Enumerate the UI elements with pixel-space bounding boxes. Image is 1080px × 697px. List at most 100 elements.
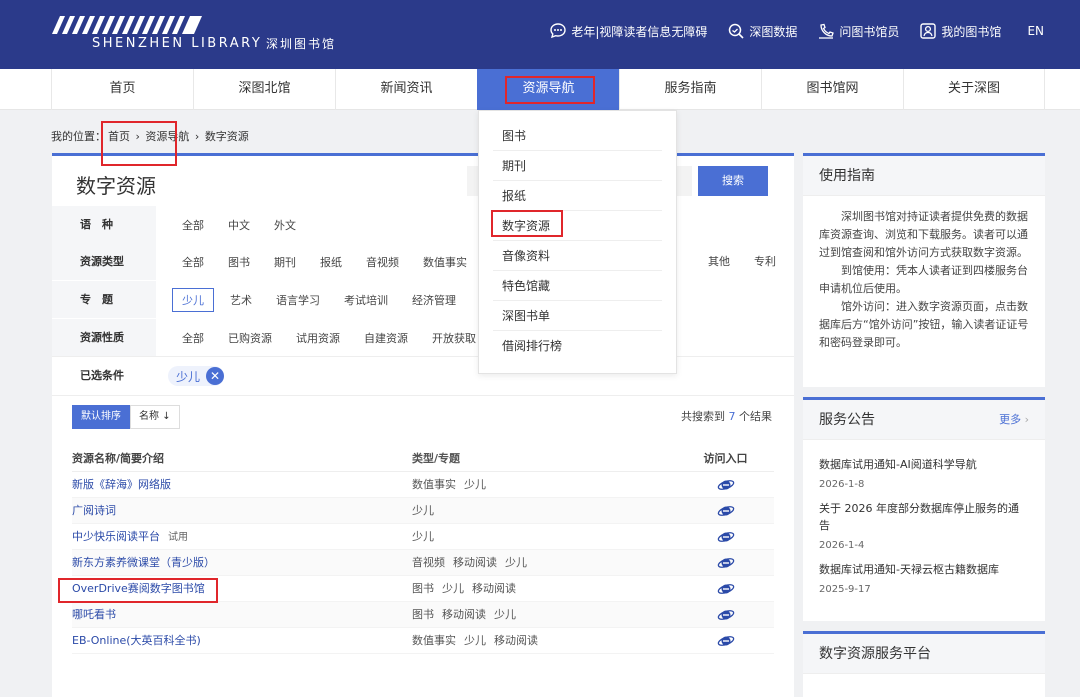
external-access-icon[interactable]: [717, 528, 735, 546]
guide-panel: 使用指南 深圳图书馆对持证读者提供免费的数据库资源查询、浏览和下载服务。读者可以…: [803, 153, 1045, 387]
filter-options: 少儿 艺术 语言学习 考试培训 经济管理: [156, 287, 480, 312]
external-access-icon[interactable]: [717, 580, 735, 598]
filter-option[interactable]: 全部: [182, 330, 204, 346]
resource-name-cell: 中少快乐阅读平台 试用: [72, 524, 412, 549]
filter-option[interactable]: 其他: [708, 255, 730, 268]
filter-option[interactable]: 外文: [274, 217, 296, 233]
sort-name-button[interactable]: 名称 ↓: [130, 405, 180, 429]
library-logo[interactable]: SHENZHEN LIBRARY 深圳图书馆: [52, 16, 352, 56]
resource-name-link[interactable]: 中少快乐阅读平台: [72, 530, 160, 543]
filter-option[interactable]: 已购资源: [228, 330, 272, 346]
nav-service-guide[interactable]: 服务指南: [619, 69, 761, 110]
filter-label: 专 题: [52, 281, 156, 318]
filter-label: 资源类型: [52, 243, 156, 280]
table-header: 资源名称/简要介绍 类型/专题 访问入口: [72, 446, 774, 472]
table-body: 新版《辞海》网络版 数值事实 少儿 广阅诗词 少儿 中少快乐阅读平台 试用 少儿 新东方素养微课…: [72, 472, 774, 654]
resource-name-link[interactable]: 广阅诗词: [72, 504, 116, 517]
language-en-link[interactable]: EN: [1027, 24, 1044, 38]
filter-option[interactable]: 期刊: [274, 254, 296, 270]
nav-home[interactable]: 首页: [51, 69, 193, 110]
filter-option[interactable]: 图书: [228, 254, 250, 270]
type-cell: 图书 移动阅读 少儿: [412, 602, 677, 627]
external-access-icon[interactable]: [717, 554, 735, 572]
nav-news[interactable]: 新闻资讯: [335, 69, 477, 110]
selected-tag: 少儿 ✕: [168, 366, 225, 386]
notice-item-title: 数据库试用通知-天禄云枢古籍数据库: [819, 563, 999, 576]
filter-option[interactable]: 中文: [228, 217, 250, 233]
filter-option[interactable]: 数值事实: [423, 254, 467, 270]
filter-option[interactable]: 经济管理: [412, 292, 456, 308]
external-access-icon[interactable]: [717, 502, 735, 520]
logo-stripes-icon: [52, 16, 202, 34]
type-tag: 少儿: [464, 634, 486, 647]
notice-item[interactable]: 数据库试用通知-AI阅道科学导航 2026-1-8: [819, 456, 1029, 490]
external-access-icon[interactable]: [717, 606, 735, 624]
dropdown-item-special-collections[interactable]: 特色馆藏: [493, 271, 662, 301]
type-tag: 少儿: [442, 582, 464, 595]
filter-option[interactable]: 试用资源: [296, 330, 340, 346]
access-cell: [677, 628, 774, 653]
accessibility-link[interactable]: 老年|视障读者信息无障碍: [549, 22, 707, 40]
dropdown-highlight-box: [491, 210, 563, 237]
dropdown-item-books[interactable]: 图书: [493, 121, 662, 151]
resource-name-link[interactable]: 新版《辞海》网络版: [72, 478, 171, 491]
filter-option[interactable]: 专利: [754, 255, 776, 268]
more-link[interactable]: 更多 ›: [999, 400, 1029, 440]
filter-options-right: 其他 专利: [708, 243, 776, 280]
external-access-icon[interactable]: [717, 476, 735, 494]
notice-header: 服务公告 更多 ›: [803, 400, 1045, 440]
dropdown-item-rankings[interactable]: 借阅排行榜: [493, 331, 662, 361]
table-row: 中少快乐阅读平台 试用 少儿: [72, 524, 774, 550]
filter-row-type: 资源类型 全部 图书 期刊 报纸 音视频 数值事实 其他 专利: [52, 243, 794, 280]
notice-panel: 服务公告 更多 › 数据库试用通知-AI阅道科学导航 2026-1-8 关于 2…: [803, 397, 1045, 621]
resource-name-link[interactable]: 哪吒看书: [72, 608, 116, 621]
access-cell: [677, 524, 774, 549]
notice-item[interactable]: 关于 2026 年度部分数据库停止服务的通告 2026-1-4: [819, 500, 1029, 551]
librarian-icon: [819, 23, 835, 39]
platform-title: 数字资源服务平台: [803, 634, 1045, 674]
dropdown-item-newspapers[interactable]: 报纸: [493, 181, 662, 211]
accessibility-label: 老年|视障读者信息无障碍: [571, 24, 708, 39]
notice-item-title: 数据库试用通知-AI阅道科学导航: [819, 458, 977, 471]
dropdown-item-audio-video[interactable]: 音像资料: [493, 241, 662, 271]
filter-option[interactable]: 全部: [182, 217, 204, 233]
nav-about[interactable]: 关于深图: [903, 69, 1045, 110]
filter-option[interactable]: 考试培训: [344, 292, 388, 308]
resource-name-link[interactable]: 新东方素养微课堂（青少版）: [72, 556, 215, 569]
filter-option[interactable]: 艺术: [230, 292, 252, 308]
filter-option[interactable]: 全部: [182, 254, 204, 270]
sort-name-label: 名称: [139, 411, 159, 422]
filter-option[interactable]: 自建资源: [364, 330, 408, 346]
dropdown-item-journals[interactable]: 期刊: [493, 151, 662, 181]
type-tag: 数值事实: [412, 478, 456, 491]
breadcrumb-current: 数字资源: [204, 130, 249, 143]
type-cell: 数值事实 少儿: [412, 472, 677, 497]
external-access-icon[interactable]: [717, 632, 735, 650]
data-link[interactable]: 深图数据: [727, 22, 797, 40]
filter-option[interactable]: 音视频: [366, 254, 399, 270]
notice-item[interactable]: 数据库试用通知-天禄云枢古籍数据库 2025-9-17: [819, 561, 1029, 595]
ask-librarian-link[interactable]: 问图书馆员: [817, 22, 899, 40]
table-row: 新版《辞海》网络版 数值事实 少儿: [72, 472, 774, 498]
notice-item-date: 2025-9-17: [819, 584, 871, 595]
search-button[interactable]: 搜索: [698, 166, 768, 196]
remove-tag-icon[interactable]: ✕: [206, 367, 225, 385]
result-count: 共搜索到 7 个结果: [681, 408, 772, 424]
resource-name-cell: 哪吒看书: [72, 602, 412, 627]
dropdown-item-booklists[interactable]: 深图书单: [493, 301, 662, 331]
guide-paragraph: 馆外访问：进入数字资源页面，点击数据库后方“馆外访问”按钮，输入读者证证号和密码…: [819, 300, 1029, 349]
nav-resources[interactable]: 资源导航: [477, 69, 619, 110]
type-cell: 图书 少儿 移动阅读: [412, 576, 677, 601]
filter-option-selected[interactable]: 少儿: [172, 287, 214, 312]
sort-default-button[interactable]: 默认排序: [72, 405, 130, 429]
my-library-link[interactable]: 我的图书馆: [919, 22, 1001, 40]
filter-option[interactable]: 报纸: [320, 254, 342, 270]
my-library-label: 我的图书馆: [941, 24, 1002, 39]
notice-item-title: 关于 2026 年度部分数据库停止服务的通告: [819, 502, 1019, 532]
nav-north-branch[interactable]: 深图北馆: [193, 69, 335, 110]
filter-option[interactable]: 语言学习: [276, 292, 320, 308]
resource-name-link[interactable]: EB-Online(大英百科全书): [72, 634, 201, 647]
nav-library-network[interactable]: 图书馆网: [761, 69, 903, 110]
filter-option[interactable]: 开放获取: [432, 330, 476, 346]
top-links: 老年|视障读者信息无障碍 深图数据 问图书馆员 我的图书馆 EN: [549, 22, 1044, 40]
